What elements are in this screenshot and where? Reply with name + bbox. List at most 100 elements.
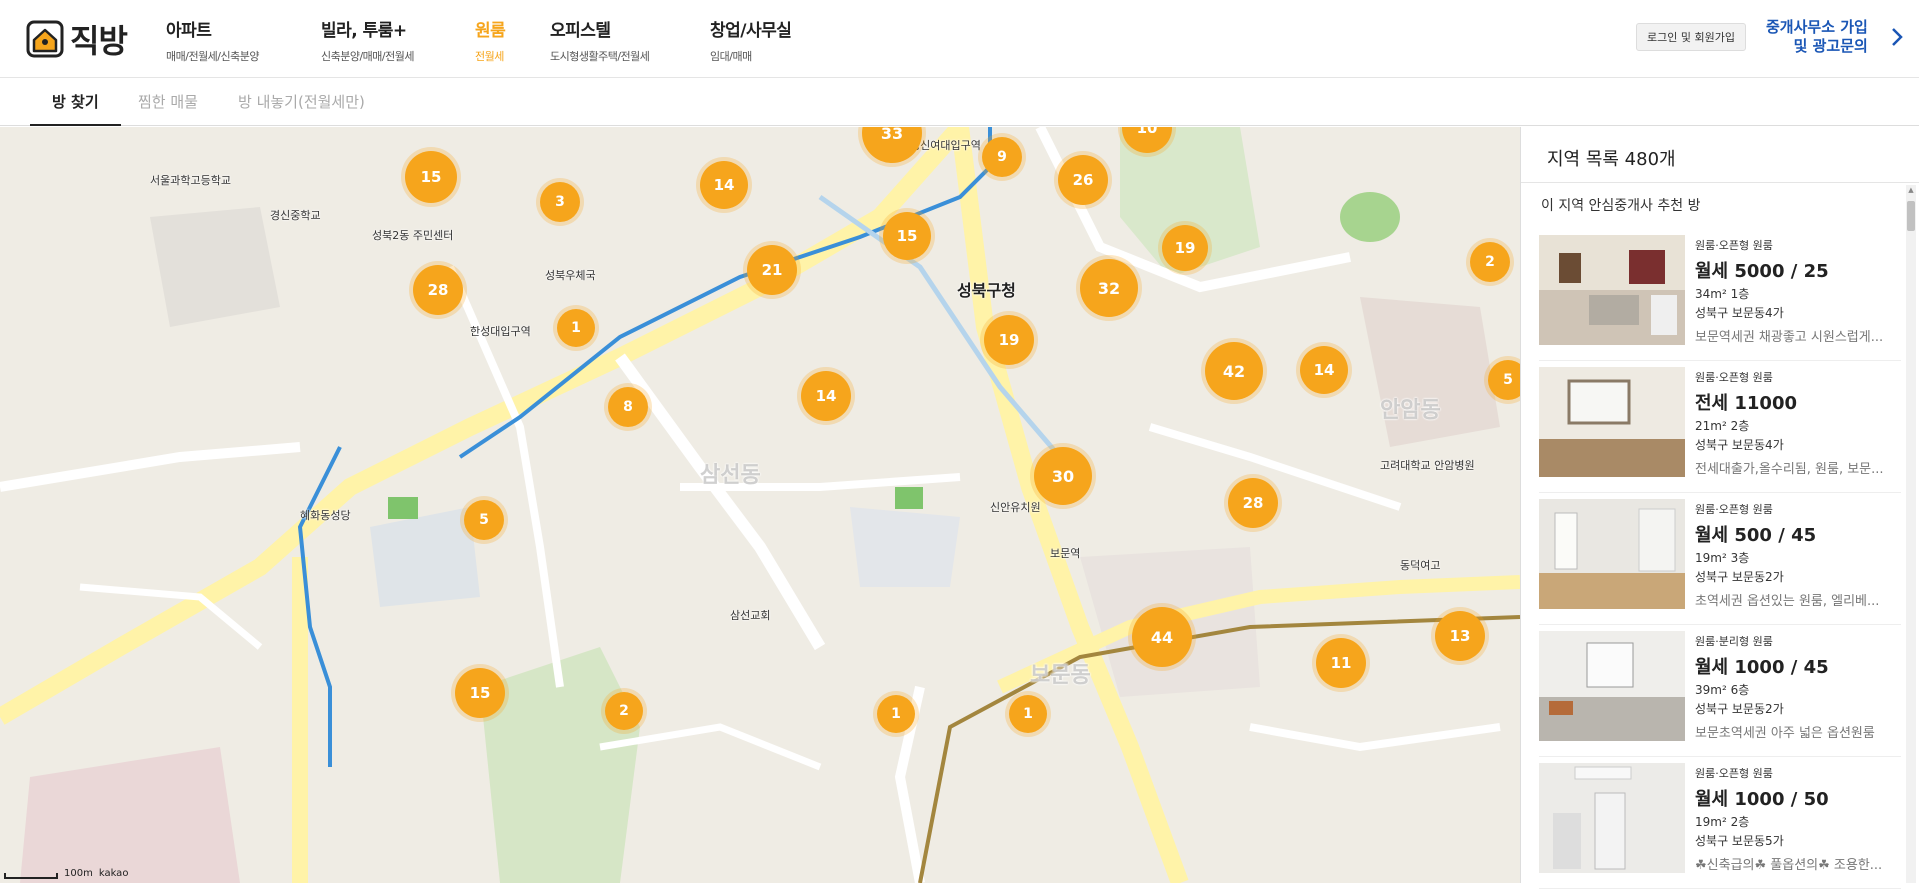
nav-subtitle: 임대/매매	[710, 50, 752, 63]
listing-cluster[interactable]: 19	[984, 315, 1034, 365]
listing-cluster[interactable]: 14	[700, 161, 748, 209]
map-base-layer	[0, 127, 1520, 883]
label-samseon-church: 삼선교회	[730, 609, 771, 622]
label-korea-univ-hospital: 고려대학교 안암병원	[1380, 459, 1475, 472]
room-photo[interactable]	[1539, 763, 1685, 873]
room-type: 원룸·오픈형 원룸	[1695, 767, 1773, 780]
room-photo[interactable]	[1539, 499, 1685, 609]
label-seongbuk-gu-office: 성북구청	[957, 281, 1016, 300]
listing-panel: 지역 목록 480개 이 지역 안심중개사 추천 방 원룸·오픈형 원룸 월세 …	[1520, 127, 1919, 889]
login-signup-button[interactable]: 로그인 및 회원가입	[1636, 23, 1746, 51]
listing-item[interactable]: 원룸·분리형 원룸 월세 1000 / 45 39m² 6층 성북구 보문동2가…	[1539, 625, 1901, 757]
area-label-bomun: 보문동	[1030, 663, 1091, 688]
room-photo[interactable]	[1539, 235, 1685, 345]
room-price: 월세 1000 / 50	[1695, 789, 1829, 810]
label-hansung-station: 한성대입구역	[470, 325, 531, 338]
room-area-floor: 21m² 2층	[1695, 419, 1750, 433]
listing-cluster[interactable]: 2	[605, 692, 643, 730]
listing-cluster[interactable]: 21	[747, 245, 797, 295]
room-description: 보문역세권 채광좋고 시원스럽게...	[1695, 330, 1884, 345]
listing-cluster[interactable]: 2	[1470, 242, 1510, 282]
room-description: 초역세권 옵션있는 원룸, 엘리베...	[1695, 594, 1880, 609]
logo-text: 직방	[70, 22, 128, 60]
main-nav: 아파트 매매/전월세/신축분양 빌라, 투룸+ 신축분양/매매/전월세 원룸 전…	[166, 16, 830, 64]
room-type: 원룸·오픈형 원룸	[1695, 371, 1773, 384]
room-area-floor: 34m² 1층	[1695, 287, 1750, 301]
scroll-thumb[interactable]	[1907, 201, 1915, 231]
listing-item[interactable]: 원룸·오픈형 원룸 전세 11000 21m² 2층 성북구 보문동4가 전세대…	[1539, 361, 1901, 493]
listing-cluster[interactable]: 15	[405, 151, 457, 203]
listing-cluster[interactable]: 44	[1132, 607, 1192, 667]
label-seongbuk-post: 성북우체국	[545, 269, 596, 282]
listing-cluster[interactable]: 14	[1300, 346, 1348, 394]
broker-link-line1: 중개사무소 가입	[1766, 18, 1868, 36]
listing-cluster[interactable]: 1	[1009, 695, 1047, 733]
room-price: 월세 500 / 45	[1695, 525, 1817, 546]
nav-villa[interactable]: 빌라, 투룸+ 신축분양/매매/전월세	[321, 16, 475, 64]
room-address: 성북구 보문동4가	[1695, 306, 1784, 320]
listing-list: 원룸·오픈형 원룸 월세 5000 / 25 34m² 1층 성북구 보문동4가…	[1539, 229, 1901, 889]
room-type: 원룸·오픈형 원룸	[1695, 239, 1773, 252]
room-photo[interactable]	[1539, 631, 1685, 741]
listing-cluster[interactable]: 19	[1162, 225, 1208, 271]
room-photo[interactable]	[1539, 367, 1685, 477]
room-address: 성북구 보문동4가	[1695, 438, 1784, 452]
nav-subtitle: 신축분양/매매/전월세	[321, 50, 415, 63]
nav-subtitle: 매매/전월세/신축분양	[166, 50, 260, 63]
label-seongbuk2-center: 성북2동 주민센터	[372, 229, 454, 242]
listing-cluster[interactable]: 28	[1228, 478, 1278, 528]
listing-cluster[interactable]: 26	[1058, 155, 1108, 205]
listing-info: 원룸·오픈형 원룸 월세 500 / 45 19m² 3층 성북구 보문동2가 …	[1695, 501, 1895, 624]
nav-title: 원룸	[475, 21, 506, 41]
listing-item[interactable]: 원룸·오픈형 원룸 월세 5000 / 25 34m² 1층 성북구 보문동4가…	[1539, 229, 1901, 361]
listing-cluster[interactable]: 15	[455, 668, 505, 718]
listing-cluster[interactable]: 28	[413, 265, 463, 315]
room-description: 보문초역세권 아주 넓은 옵션원룸	[1695, 726, 1875, 741]
scale-text: 100m	[64, 868, 93, 879]
listing-cluster[interactable]: 5	[1488, 360, 1520, 400]
room-price: 월세 1000 / 45	[1695, 657, 1829, 678]
room-type: 원룸·오픈형 원룸	[1695, 503, 1773, 516]
listing-item[interactable]: 원룸·오픈형 원룸 월세 1000 / 50 19m² 2층 성북구 보문동5가…	[1539, 757, 1901, 889]
sub-tabs: 방 찾기 찜한 매물 방 내놓기(전월세만)	[0, 78, 1919, 126]
chevron-right-icon[interactable]	[1888, 24, 1906, 50]
label-kyungshin-middle: 경신중학교	[270, 209, 321, 222]
nav-officetel[interactable]: 오피스텔 도시형생활주택/전월세	[550, 16, 710, 64]
nav-title: 오피스텔	[550, 21, 611, 41]
scroll-up-arrow-icon[interactable]: ▲	[1906, 185, 1916, 195]
room-area-floor: 39m² 6층	[1695, 683, 1750, 697]
listing-info: 원룸·오픈형 원룸 월세 5000 / 25 34m² 1층 성북구 보문동4가…	[1695, 237, 1895, 360]
label-shinan-kindergarten: 신안유치원	[990, 501, 1041, 514]
map-view[interactable]: 삼선동 보문동 안암동 성북구청 성북2동 주민센터 한성대입구역 보문역 성신…	[0, 127, 1520, 883]
listing-cluster[interactable]: 9	[982, 137, 1022, 177]
nav-oneroom[interactable]: 원룸 전월세	[475, 16, 550, 64]
room-price: 월세 5000 / 25	[1695, 261, 1829, 282]
room-type: 원룸·분리형 원룸	[1695, 635, 1773, 648]
listing-cluster[interactable]: 13	[1435, 611, 1485, 661]
map-scale: 100m kakao	[4, 868, 128, 879]
tab-favorites[interactable]: 찜한 매물	[138, 78, 198, 126]
listing-cluster[interactable]: 14	[801, 371, 851, 421]
tab-find-room[interactable]: 방 찾기	[30, 78, 121, 126]
listing-cluster[interactable]: 3	[540, 182, 580, 222]
tab-list-room[interactable]: 방 내놓기(전월세만)	[238, 78, 365, 126]
listing-cluster[interactable]: 42	[1205, 342, 1263, 400]
listing-cluster[interactable]: 1	[557, 309, 595, 347]
listing-cluster[interactable]: 8	[608, 387, 648, 427]
zigbang-logo[interactable]: 직방	[26, 16, 128, 62]
label-hyehwa-cathedral: 혜화동성당	[300, 509, 351, 522]
listing-scrollbar[interactable]: ▲	[1906, 185, 1916, 883]
listing-cluster[interactable]: 15	[883, 212, 931, 260]
listing-item[interactable]: 원룸·오픈형 원룸 월세 500 / 45 19m² 3층 성북구 보문동2가 …	[1539, 493, 1901, 625]
broker-signup-link[interactable]: 중개사무소 가입 및 광고문의	[1766, 18, 1868, 56]
listing-cluster[interactable]: 1	[877, 695, 915, 733]
listing-cluster[interactable]: 32	[1080, 259, 1138, 317]
room-price: 전세 11000	[1695, 393, 1798, 414]
listing-cluster[interactable]: 30	[1034, 447, 1092, 505]
nav-office[interactable]: 창업/사무실 임대/매매	[710, 16, 830, 64]
listing-cluster[interactable]: 11	[1316, 638, 1366, 688]
listing-info: 원룸·오픈형 원룸 전세 11000 21m² 2층 성북구 보문동4가 전세대…	[1695, 369, 1895, 492]
nav-apartment[interactable]: 아파트 매매/전월세/신축분양	[166, 16, 321, 64]
listing-cluster[interactable]: 5	[464, 500, 504, 540]
nav-title: 창업/사무실	[710, 21, 792, 41]
